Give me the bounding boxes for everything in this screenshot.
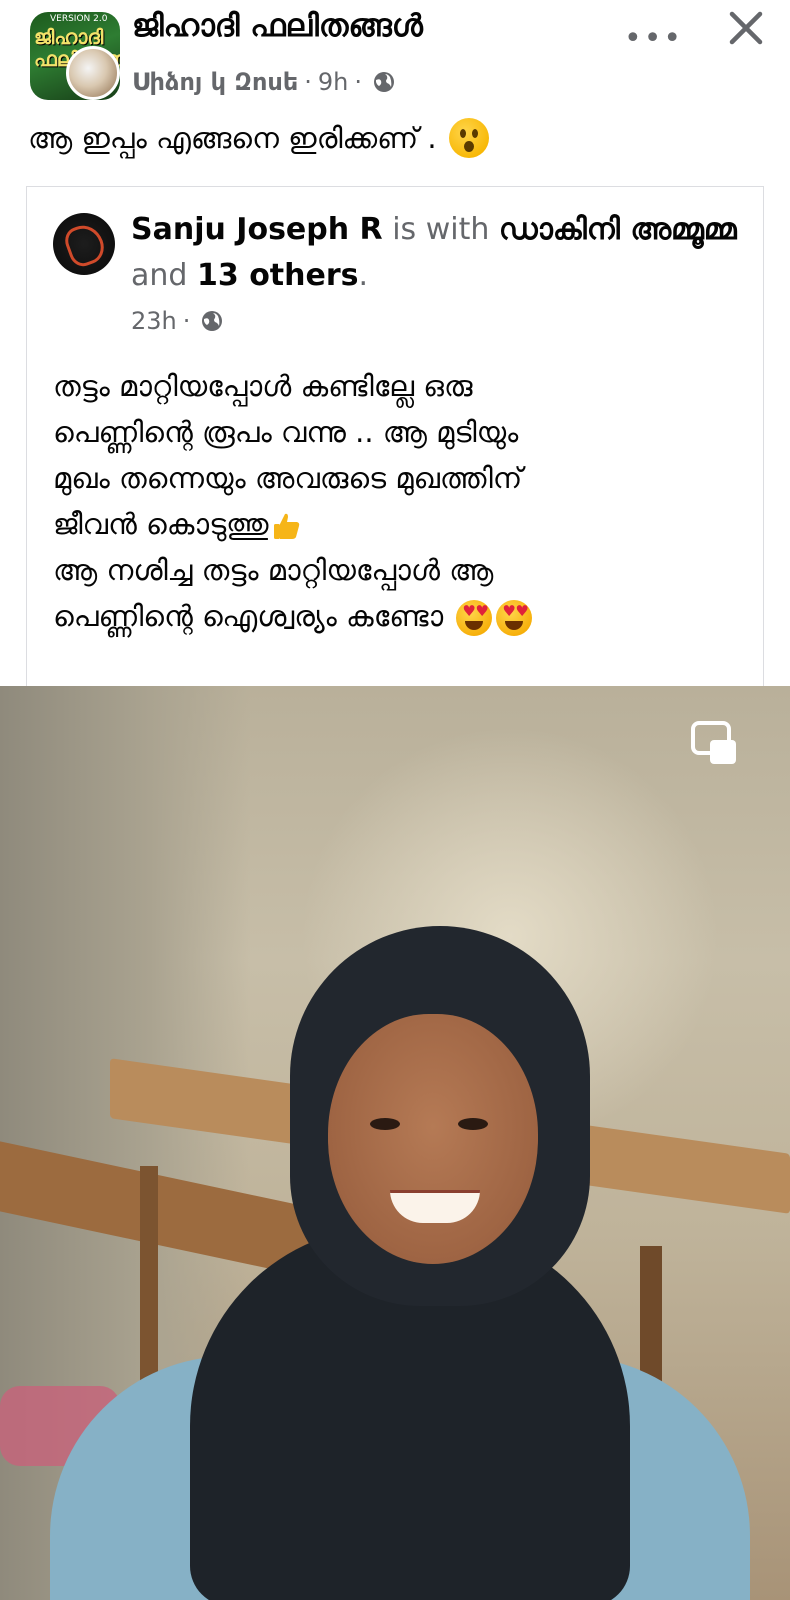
shared-text-line-with-emoji: ജീവൻ കൊടുത്തു [53, 501, 743, 547]
and-text: and [131, 258, 188, 293]
shared-post-card[interactable]: Sanju Joseph R is with ഡാകിനി അമ്മൂമ്മ a… [26, 186, 764, 686]
shared-author-avatar[interactable] [53, 213, 115, 275]
meta-separator: · [304, 68, 312, 96]
shared-text-line: പെണ്ണിന്റെ രൂപം വന്നു .. ആ മുടിയും [53, 415, 519, 449]
shared-text-line: മുഖം തന്നെയും അവരുടെ മുഖത്തിന് [53, 461, 523, 495]
post-text: ആ ഇപ്പം എങ്ങനെ ഇരിക്കണ് . [28, 118, 489, 158]
video-player[interactable] [0, 686, 790, 1600]
tagged-person[interactable]: ഡാകിനി അമ്മൂമ്മ [499, 212, 737, 247]
header-period: . [358, 258, 369, 293]
shared-text-line: പെണ്ണിന്റെ ഐശ്വര്യം കണ്ടോ [53, 599, 444, 633]
shared-text-line: തട്ടം മാറ്റിയപ്പോൾ കണ്ടില്ലേ ഒരു [53, 369, 473, 403]
meta-separator: · [182, 307, 191, 335]
post-text-content: ആ ഇപ്പം എങ്ങനെ ഇരിക്കണ് . [28, 120, 437, 155]
video-person [40, 926, 760, 1600]
heart-eyes-emoji [496, 600, 533, 636]
shared-post-meta: 23h · [131, 307, 224, 335]
shared-author-name[interactable]: Sanju Joseph R [131, 212, 383, 247]
shared-text-line: ആ നശിച്ച തട്ടം മാറ്റിയപ്പോൾ ആ [53, 553, 494, 587]
with-text: is with [392, 212, 490, 247]
post-author[interactable]: Սիձոյ կ Զոսե [132, 68, 298, 96]
shared-text-line: ജീവൻ കൊടുത്തു [53, 507, 269, 541]
picture-in-picture-icon[interactable] [690, 720, 738, 766]
group-name[interactable]: ജിഹാദി ഫലിതങ്ങൾ [132, 8, 423, 45]
shared-text-line-with-emoji: പെണ്ണിന്റെ ഐശ്വര്യം കണ്ടോ [53, 593, 743, 639]
shared-post-text: തട്ടം മാറ്റിയപ്പോൾ കണ്ടില്ലേ ഒരു പെണ്ണിന… [53, 363, 743, 639]
tagged-others[interactable]: 13 others [197, 258, 359, 293]
more-options-button[interactable]: ••• [624, 24, 683, 54]
meta-separator: · [354, 68, 363, 96]
close-icon[interactable] [726, 8, 766, 48]
post-header: VERSION 2.0 ജിഹാദി ഫലിതങ്ങൾ ജിഹാദി ഫലിതങ… [0, 0, 790, 115]
surprised-face-emoji [448, 118, 489, 158]
face [328, 1014, 538, 1264]
shared-post-header: Sanju Joseph R is with ഡാകിനി അമ്മൂമ്മ a… [131, 207, 741, 299]
globe-icon [374, 72, 395, 92]
heart-eyes-emoji [456, 600, 493, 636]
shared-post-time[interactable]: 23h [131, 307, 177, 335]
globe-icon [202, 311, 223, 331]
thumbs-up-emoji [273, 513, 299, 539]
post-meta: Սիձոյ կ Զոսե · 9h · [132, 68, 396, 96]
group-avatar-version: VERSION 2.0 [50, 14, 108, 24]
author-avatar[interactable] [66, 46, 120, 100]
post-time[interactable]: 9h [318, 68, 348, 96]
